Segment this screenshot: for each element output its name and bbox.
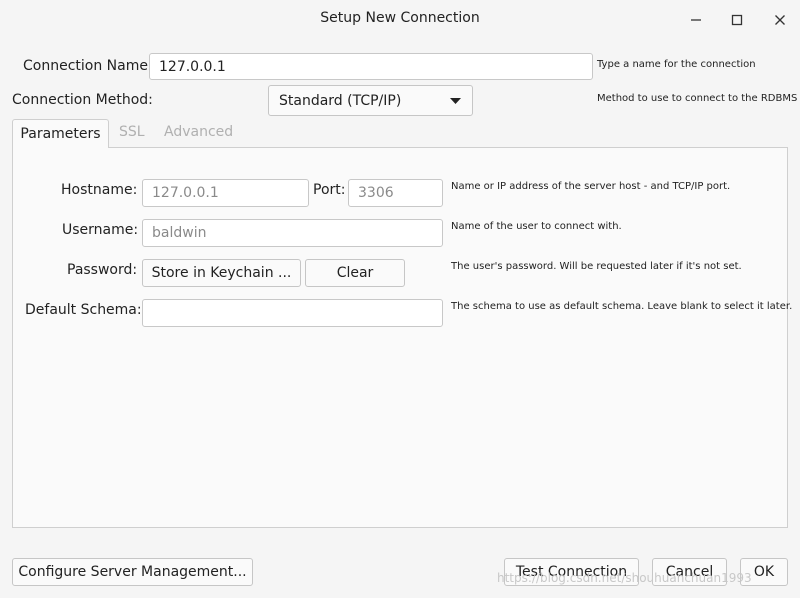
configure-server-management-button[interactable]: Configure Server Management... [12, 558, 253, 586]
password-hint: The user's password. Will be requested l… [451, 261, 742, 272]
username-input[interactable]: baldwin [142, 219, 443, 247]
default-schema-input[interactable] [142, 299, 443, 327]
default-schema-hint: The schema to use as default schema. Lea… [451, 301, 793, 312]
store-in-keychain-button[interactable]: Store in Keychain ... [142, 259, 301, 287]
window-title: Setup New Connection [320, 10, 480, 26]
dropdown-arrow-icon [450, 98, 461, 104]
connection-method-value: Standard (TCP/IP) [279, 92, 402, 109]
connection-method-hint: Method to use to connect to the RDBMS [597, 93, 798, 104]
minimize-icon[interactable] [682, 8, 710, 32]
connection-method-select[interactable]: Standard (TCP/IP) [268, 85, 473, 116]
password-label: Password: [67, 262, 138, 278]
tab-advanced[interactable]: Advanced [164, 124, 233, 140]
hostname-hint: Name or IP address of the server host - … [451, 181, 731, 192]
watermark-text: https://blog.csdn.net/shouhuanchuan1993 [497, 571, 752, 585]
default-schema-label: Default Schema: [25, 302, 142, 318]
port-label: Port: [313, 182, 346, 198]
maximize-icon[interactable] [723, 8, 751, 32]
connection-method-label: Connection Method: [12, 92, 153, 108]
tab-parameters[interactable]: Parameters [12, 119, 109, 148]
hostname-input[interactable]: 127.0.0.1 [142, 179, 309, 207]
clear-password-button[interactable]: Clear [305, 259, 405, 287]
username-label: Username: [62, 222, 139, 238]
close-icon[interactable] [766, 8, 794, 32]
hostname-label: Hostname: [61, 182, 138, 198]
connection-name-hint: Type a name for the connection [597, 59, 756, 70]
connection-name-input[interactable]: 127.0.0.1 [149, 53, 593, 80]
port-input[interactable]: 3306 [348, 179, 443, 207]
username-hint: Name of the user to connect with. [451, 221, 622, 232]
tab-ssl[interactable]: SSL [119, 124, 145, 140]
connection-name-label: Connection Name: [23, 58, 153, 74]
